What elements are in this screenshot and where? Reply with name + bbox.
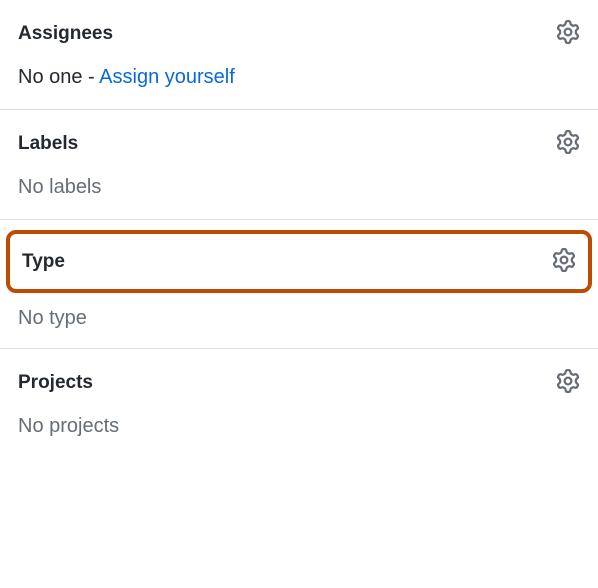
- projects-title: Projects: [18, 372, 93, 394]
- gear-icon: [556, 369, 580, 396]
- projects-section: Projects No projects: [0, 349, 598, 458]
- type-settings-button[interactable]: [552, 248, 576, 275]
- assignees-header: Assignees: [18, 20, 580, 47]
- type-highlight-box: Type: [6, 230, 592, 293]
- labels-settings-button[interactable]: [556, 130, 580, 157]
- gear-icon: [556, 20, 580, 47]
- assignees-section: Assignees No one - Assign yourself: [0, 0, 598, 110]
- gear-icon: [552, 248, 576, 275]
- assignees-settings-button[interactable]: [556, 20, 580, 47]
- type-none-text: No type: [0, 293, 598, 330]
- projects-header: Projects: [18, 369, 580, 396]
- assignees-body: No one - Assign yourself: [18, 63, 580, 91]
- type-title: Type: [22, 251, 65, 273]
- labels-section: Labels No labels: [0, 110, 598, 220]
- assign-yourself-link[interactable]: Assign yourself: [99, 66, 235, 88]
- labels-none-text: No labels: [18, 173, 580, 201]
- labels-title: Labels: [18, 133, 78, 155]
- type-header: Type: [22, 248, 576, 275]
- gear-icon: [556, 130, 580, 157]
- issue-sidebar: Assignees No one - Assign yourself Label…: [0, 0, 598, 458]
- type-section: Type No type: [0, 220, 598, 349]
- labels-header: Labels: [18, 130, 580, 157]
- assignees-none-text: No one -: [18, 66, 99, 88]
- projects-settings-button[interactable]: [556, 369, 580, 396]
- assignees-title: Assignees: [18, 23, 113, 45]
- projects-none-text: No projects: [18, 412, 580, 440]
